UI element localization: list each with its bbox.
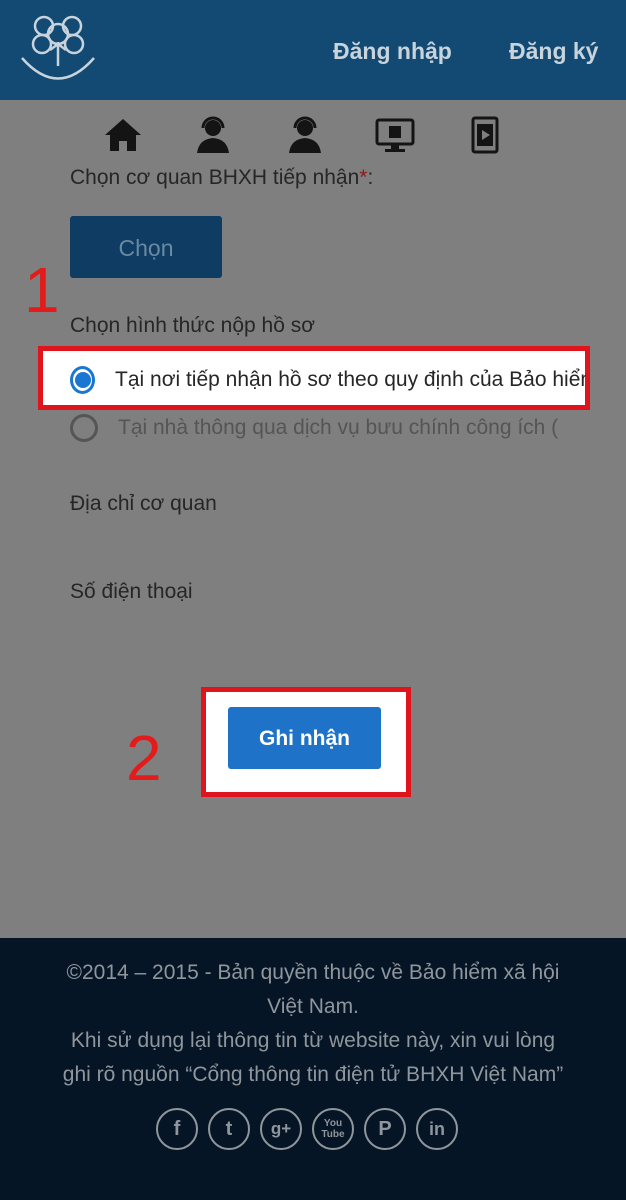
- copyright-line-2: Việt Nam.: [267, 995, 359, 1018]
- notice-line-2: ghi rõ nguồn “Cổng thông tin điện tử BHX…: [62, 1063, 564, 1086]
- method-label: Chọn hình thức nộp hồ sơ: [70, 314, 315, 337]
- submit-button[interactable]: Ghi nhận: [228, 707, 381, 769]
- phone-label: Số điện thoại: [70, 580, 193, 603]
- option-postal[interactable]: Tại nhà thông qua dịch vụ bưu chính công…: [70, 414, 586, 442]
- choose-agency-button[interactable]: Chọn: [70, 216, 222, 278]
- address-label: Địa chỉ cơ quan: [70, 492, 217, 515]
- notice-line: Khi sử dụng lại thông tin từ website này…: [70, 1029, 556, 1052]
- youtube-icon[interactable]: You Tube: [312, 1108, 354, 1150]
- social-links: f t g+ You Tube P in: [156, 1108, 458, 1150]
- step-1-annotation: 1: [24, 254, 60, 326]
- copyright-line: ©2014 – 2015 - Bản quyền thuộc về Bảo hi…: [66, 961, 560, 984]
- step-2-annotation: 2: [126, 722, 162, 794]
- login-link[interactable]: Đăng nhập: [333, 38, 452, 65]
- site-footer: ©2014 – 2015 - Bản quyền thuộc về Bảo hi…: [0, 938, 626, 1200]
- support-agent-icon[interactable]: [193, 116, 233, 154]
- facebook-icon[interactable]: f: [156, 1108, 198, 1150]
- form-area: Chọn cơ quan BHXH tiếp nhận*: Chọn 1 Chọ…: [0, 166, 626, 938]
- bhxh-logo[interactable]: [14, 4, 102, 92]
- pinterest-icon[interactable]: P: [364, 1108, 406, 1150]
- option-at-office[interactable]: Tại nơi tiếp nhận hồ sơ theo quy định củ…: [70, 366, 586, 394]
- site-header: Đăng nhập Đăng ký: [0, 0, 626, 100]
- home-icon[interactable]: [103, 116, 143, 154]
- option-label: Tại nhà thông qua dịch vụ bưu chính công…: [118, 416, 559, 439]
- register-link[interactable]: Đăng ký: [509, 38, 598, 65]
- radio-unchecked[interactable]: [70, 414, 98, 442]
- monitor-icon[interactable]: [375, 116, 415, 154]
- agency-label: Chọn cơ quan BHXH tiếp nhận*:: [70, 166, 374, 189]
- video-icon[interactable]: [465, 116, 505, 154]
- option-label: Tại nơi tiếp nhận hồ sơ theo quy định củ…: [115, 368, 586, 391]
- google-plus-icon[interactable]: g+: [260, 1108, 302, 1150]
- radio-checked[interactable]: [70, 366, 96, 394]
- twitter-icon[interactable]: t: [208, 1108, 250, 1150]
- helpdesk-icon[interactable]: [285, 116, 325, 154]
- linkedin-icon[interactable]: in: [416, 1108, 458, 1150]
- nav-icon-bar: [0, 100, 626, 170]
